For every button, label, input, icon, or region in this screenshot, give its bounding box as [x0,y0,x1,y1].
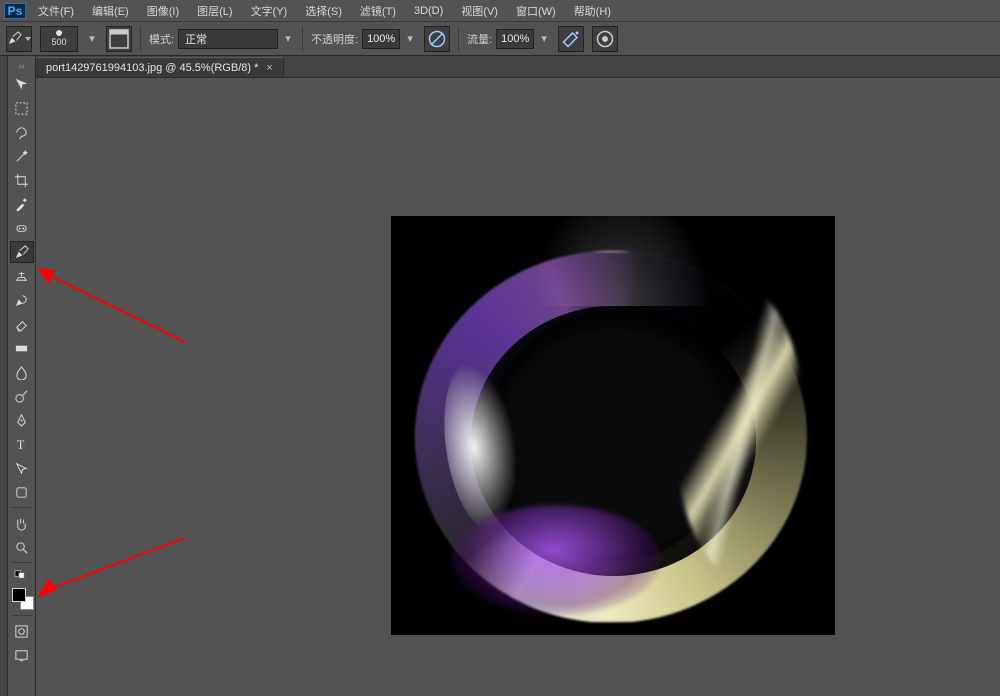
menu-3d[interactable]: 3D(D) [408,3,449,19]
magic-wand-tool[interactable] [10,145,34,167]
menu-layer[interactable]: 图层(L) [191,1,238,21]
brush-tool[interactable] [10,241,34,263]
pressure-opacity-toggle[interactable] [424,26,450,52]
flow-field[interactable]: 100% [496,29,534,49]
move-tool[interactable] [10,73,34,95]
menu-help[interactable]: 帮助(H) [568,1,617,21]
separator [302,26,303,52]
zoom-tool[interactable] [10,536,34,558]
app-logo-icon: Ps [4,3,26,19]
opacity-label: 不透明度: [311,31,358,47]
color-swatch[interactable] [10,586,34,612]
airbrush-toggle[interactable] [558,26,584,52]
chevron-down-icon[interactable]: ▾ [86,29,98,49]
brush-panel-toggle[interactable] [106,26,132,52]
marquee-tool[interactable] [10,97,34,119]
history-brush-tool[interactable] [10,289,34,311]
separator [140,26,141,52]
eraser-tool[interactable] [10,313,34,335]
toolbox: ›› T [8,56,36,696]
menu-file[interactable]: 文件(F) [32,1,80,21]
quick-mask-toggle[interactable] [10,620,34,642]
gradient-tool[interactable] [10,337,34,359]
separator [458,26,459,52]
chevron-down-icon[interactable]: ▾ [282,29,294,49]
dodge-tool[interactable] [10,385,34,407]
close-icon[interactable]: × [266,62,272,74]
toolbox-grip-icon[interactable]: ›› [8,60,35,72]
document-canvas[interactable] [391,216,835,635]
brush-icon [7,31,22,46]
document-tab[interactable]: port1429761994103.jpg @ 45.5%(RGB/8) * × [36,57,284,77]
tool-divider [12,507,32,508]
brush-preset-picker[interactable]: 500 [40,26,78,52]
tool-divider [12,615,32,616]
document-tab-strip: port1429761994103.jpg @ 45.5%(RGB/8) * × [36,56,1000,78]
menu-view[interactable]: 视图(V) [455,1,504,21]
mode-label: 模式: [149,31,174,47]
tablet-size-icon [593,27,617,51]
screen-mode-toggle[interactable] [10,644,34,666]
menu-filter[interactable]: 滤镜(T) [354,1,402,21]
opacity-value: 100% [367,33,395,45]
brush-size-value: 500 [51,37,66,47]
collapsed-panel-strip[interactable] [0,56,8,696]
options-bar: 500 ▾ 模式: 正常 ▾ 不透明度: 100% ▾ 流量: 100% ▾ [0,22,1000,56]
brush-dot-icon [56,30,62,36]
clone-stamp-tool[interactable] [10,265,34,287]
opacity-field[interactable]: 100% [362,29,400,49]
foreground-color[interactable] [12,588,26,602]
chevron-down-icon[interactable]: ▾ [404,29,416,49]
path-selection-tool[interactable] [10,457,34,479]
hand-tool[interactable] [10,512,34,534]
default-colors-icon[interactable] [10,567,34,581]
shape-tool[interactable] [10,481,34,503]
menu-image[interactable]: 图像(I) [141,1,185,21]
eyedropper-tool[interactable] [10,193,34,215]
healing-brush-tool[interactable] [10,217,34,239]
menu-type[interactable]: 文字(Y) [245,1,294,21]
pen-tool[interactable] [10,409,34,431]
chevron-down-icon[interactable]: ▾ [538,29,550,49]
menu-window[interactable]: 窗口(W) [510,1,562,21]
document-tab-title: port1429761994103.jpg @ 45.5%(RGB/8) * [46,62,258,74]
menu-bar: Ps 文件(F) 编辑(E) 图像(I) 图层(L) 文字(Y) 选择(S) 滤… [0,0,1000,22]
panel-icon [107,27,131,51]
flow-label: 流量: [467,31,492,47]
artwork [391,216,835,635]
crop-tool[interactable] [10,169,34,191]
blur-tool[interactable] [10,361,34,383]
blend-mode-value: 正常 [185,31,207,47]
tool-divider [12,562,32,563]
pressure-size-toggle[interactable] [592,26,618,52]
type-tool[interactable]: T [10,433,34,455]
menu-edit[interactable]: 编辑(E) [86,1,135,21]
flow-value: 100% [501,33,529,45]
canvas-area[interactable] [36,78,1000,696]
svg-text:T: T [17,438,25,452]
tablet-pressure-icon [425,27,449,51]
current-tool-preset[interactable] [6,26,32,52]
menu-select[interactable]: 选择(S) [299,1,348,21]
lasso-tool[interactable] [10,121,34,143]
airbrush-icon [559,27,583,51]
blend-mode-select[interactable]: 正常 [178,29,278,49]
